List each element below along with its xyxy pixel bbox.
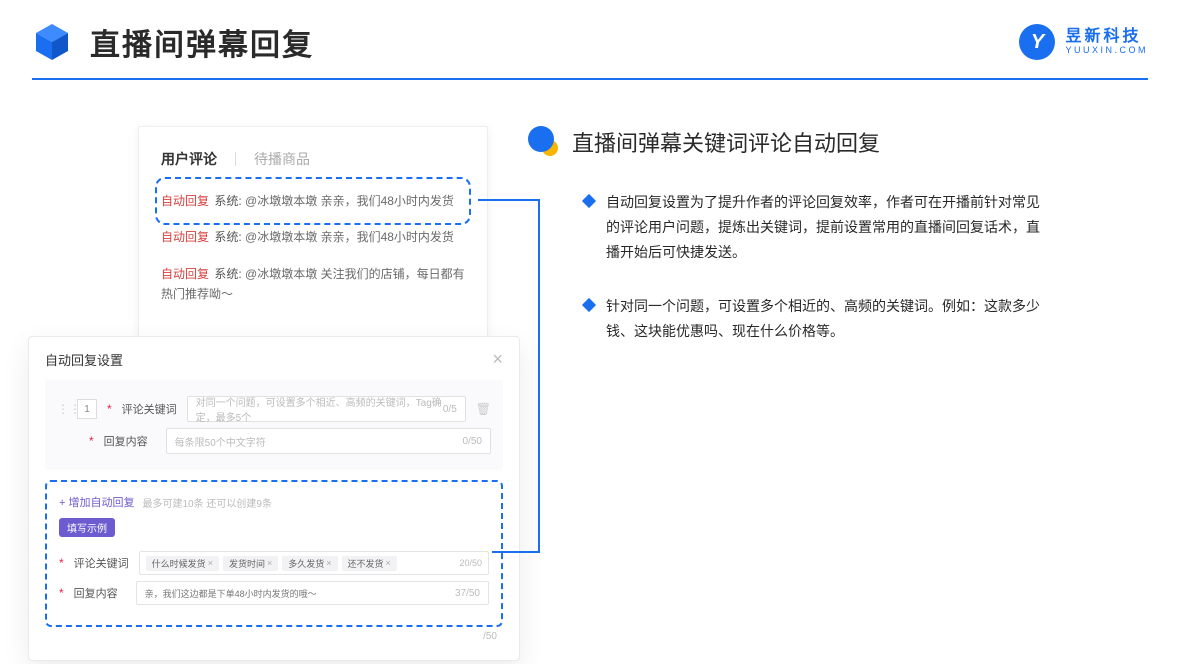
- tag-remove-icon[interactable]: ×: [208, 558, 213, 568]
- diamond-bullet-icon: [582, 194, 596, 208]
- close-icon[interactable]: ×: [492, 349, 503, 370]
- order-number: 1: [77, 399, 97, 419]
- bottom-count: /50: [45, 627, 503, 642]
- header-left: 直播间弹幕回复: [32, 20, 314, 64]
- add-hint: 最多可建10条 还可以创建9条: [142, 495, 271, 510]
- modal-header: 自动回复设置 ×: [45, 349, 503, 370]
- content-label: 回复内容: [104, 433, 156, 449]
- tag-item[interactable]: 什么时候发货×: [146, 556, 219, 571]
- system-label: 系统:: [214, 230, 241, 244]
- reply-rule-block: ⋮⋮ 1 * 评论关键词 对同一个问题，可设置多个相近、高频的关键词，Tag确定…: [45, 380, 503, 470]
- example-block: + 增加自动回复 最多可建10条 还可以创建9条 填写示例 * 评论关键词 什么…: [45, 480, 503, 627]
- tag-remove-icon[interactable]: ×: [386, 558, 391, 568]
- content-row: * 回复内容 每条限50个中文字符 0/50: [57, 428, 491, 454]
- connector-line: [538, 199, 540, 553]
- comments-card: 用户评论 待播商品 自动回复 系统: @冰墩墩本墩 亲亲，我们48小时内发货 自…: [138, 126, 488, 338]
- page-header: 直播间弹幕回复 Y 昱新科技 YUUXIN.COM: [0, 0, 1180, 64]
- section-header: 直播间弹幕关键词评论自动回复: [528, 126, 1152, 158]
- required-dot: *: [107, 402, 112, 416]
- brand-block: Y 昱新科技 YUUXIN.COM: [1019, 24, 1148, 60]
- placeholder: 每条限50个中文字符: [175, 434, 266, 449]
- auto-reply-badge: 自动回复: [161, 230, 209, 244]
- logo-badge-icon: Y: [1019, 24, 1055, 60]
- tag-item[interactable]: 发货时间×: [223, 556, 278, 571]
- tab-user-comments[interactable]: 用户评论: [161, 149, 217, 169]
- example-badge: 填写示例: [59, 518, 115, 537]
- tag-item[interactable]: 多久发货×: [282, 556, 337, 571]
- reply-text: @冰墩墩本墩 亲亲，我们48小时内发货: [245, 194, 454, 208]
- tabs: 用户评论 待播商品: [161, 149, 465, 169]
- bullet-text: 针对同一个问题，可设置多个相近的、高频的关键词。例如：这款多少钱、这块能优惠吗、…: [606, 294, 1046, 344]
- left-column: 用户评论 待播商品 自动回复 系统: @冰墩墩本墩 亲亲，我们48小时内发货 自…: [28, 126, 498, 372]
- tag-remove-icon[interactable]: ×: [326, 558, 331, 568]
- bullet-item: 自动回复设置为了提升作者的评论回复效率，作者可在开播前针对常见的评论用户问题，提…: [528, 190, 1152, 266]
- connector-line: [478, 199, 540, 201]
- example-content-input[interactable]: 亲，我们这边都是下单48小时内发货的哦～ 37/50: [136, 581, 489, 605]
- section-title: 直播间弹幕关键词评论自动回复: [572, 126, 880, 158]
- required-dot: *: [59, 556, 64, 570]
- reply-item-highlighted: 自动回复 系统: @冰墩墩本墩 亲亲，我们48小时内发货: [161, 183, 465, 219]
- diamond-bullet-icon: [582, 297, 596, 311]
- delete-icon[interactable]: 🗑: [476, 402, 491, 416]
- auto-reply-settings-modal: 自动回复设置 × ⋮⋮ 1 * 评论关键词 对同一个问题，可设置多个相近、高频的…: [28, 336, 520, 661]
- required-dot: *: [59, 586, 64, 600]
- cube-icon: [32, 22, 72, 62]
- example-content-row: * 回复内容 亲，我们这边都是下单48小时内发货的哦～ 37/50: [59, 581, 489, 605]
- bullet-text: 自动回复设置为了提升作者的评论回复效率，作者可在开播前针对常见的评论用户问题，提…: [606, 190, 1046, 266]
- system-label: 系统:: [214, 194, 241, 208]
- content-value: 亲，我们这边都是下单48小时内发货的哦～: [145, 587, 317, 600]
- drag-handle-icon[interactable]: ⋮⋮: [57, 402, 67, 416]
- keyword-label: 评论关键词: [74, 555, 129, 571]
- brand-en: YUUXIN.COM: [1065, 46, 1148, 56]
- tag-item[interactable]: 还不发货×: [342, 556, 397, 571]
- tag-remove-icon[interactable]: ×: [267, 558, 272, 568]
- content-label: 回复内容: [74, 585, 126, 601]
- auto-reply-badge: 自动回复: [161, 194, 209, 208]
- connector-line: [492, 551, 540, 553]
- keyword-label: 评论关键词: [122, 401, 177, 417]
- brand-cn: 昱新科技: [1065, 28, 1148, 46]
- reply-item: 自动回复 系统: @冰墩墩本墩 亲亲，我们48小时内发货: [161, 219, 465, 255]
- bullet-item: 针对同一个问题，可设置多个相近的、高频的关键词。例如：这款多少钱、这块能优惠吗、…: [528, 294, 1152, 344]
- right-column: 直播间弹幕关键词评论自动回复 自动回复设置为了提升作者的评论回复效率，作者可在开…: [528, 126, 1152, 372]
- char-count: 0/50: [463, 436, 482, 447]
- reply-item: 自动回复 系统: @冰墩墩本墩 关注我们的店铺，每日都有热门推荐呦～: [161, 256, 465, 313]
- reply-text: @冰墩墩本墩 亲亲，我们48小时内发货: [245, 230, 454, 244]
- required-dot: *: [89, 434, 94, 448]
- content: 用户评论 待播商品 自动回复 系统: @冰墩墩本墩 亲亲，我们48小时内发货 自…: [0, 80, 1180, 372]
- keyword-row: ⋮⋮ 1 * 评论关键词 对同一个问题，可设置多个相近、高频的关键词，Tag确定…: [57, 396, 491, 422]
- example-keyword-row: * 评论关键词 什么时候发货× 发货时间× 多久发货× 还不发货× 20/50: [59, 551, 489, 575]
- page-title: 直播间弹幕回复: [90, 20, 314, 64]
- brand-text: 昱新科技 YUUXIN.COM: [1065, 28, 1148, 55]
- auto-reply-badge: 自动回复: [161, 267, 209, 281]
- char-count: 37/50: [455, 588, 480, 599]
- add-reply-link[interactable]: + 增加自动回复: [59, 494, 134, 510]
- example-tag-input[interactable]: 什么时候发货× 发货时间× 多久发货× 还不发货× 20/50: [139, 551, 489, 575]
- tab-pending-products[interactable]: 待播商品: [254, 149, 310, 169]
- add-row: + 增加自动回复 最多可建10条 还可以创建9条: [59, 494, 489, 510]
- placeholder: 对同一个问题，可设置多个相近、高频的关键词，Tag确定，最多5个: [196, 394, 443, 424]
- modal-title: 自动回复设置: [45, 350, 123, 369]
- char-count: 0/5: [443, 404, 457, 415]
- tab-separator: [235, 152, 236, 166]
- section-icon: [528, 126, 560, 158]
- keyword-input[interactable]: 对同一个问题，可设置多个相近、高频的关键词，Tag确定，最多5个 0/5: [187, 396, 466, 422]
- tag-count: 20/50: [459, 558, 482, 568]
- system-label: 系统:: [214, 267, 241, 281]
- content-input[interactable]: 每条限50个中文字符 0/50: [166, 428, 491, 454]
